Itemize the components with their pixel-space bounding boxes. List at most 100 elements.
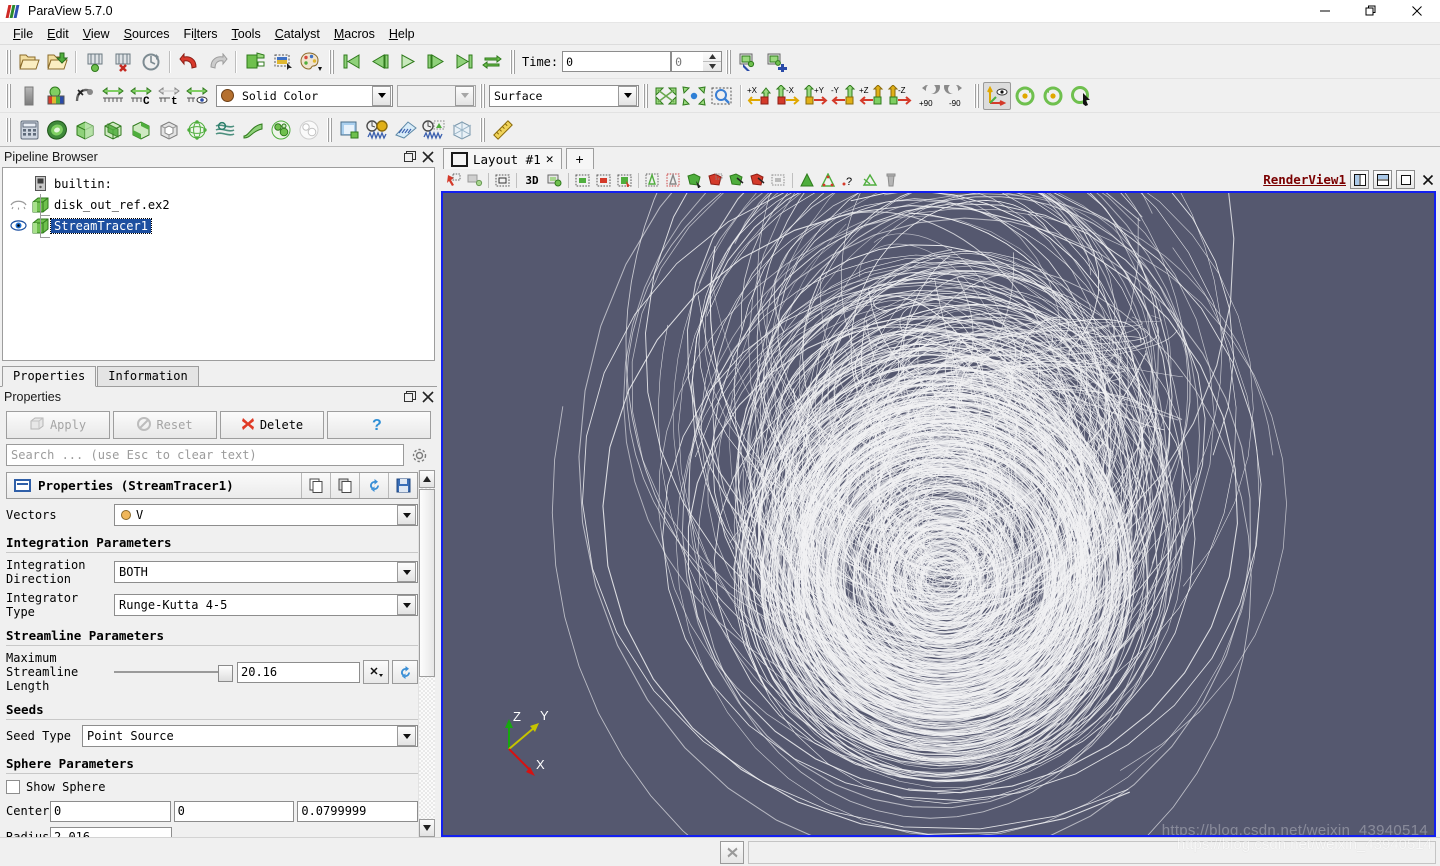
toggle-3d-2d-button[interactable]: 3D — [520, 170, 544, 191]
reset-range-icon[interactable] — [363, 660, 389, 684]
minimize-button[interactable] — [1302, 0, 1348, 22]
toolbar-grip[interactable] — [725, 49, 733, 74]
scroll-up-button[interactable] — [419, 470, 435, 488]
select-points-with-polygon-icon[interactable] — [705, 170, 726, 191]
measure-ruler-icon[interactable] — [489, 116, 517, 144]
glyph-icon[interactable] — [183, 116, 211, 144]
menu-catalyst[interactable]: Catalyst — [268, 25, 327, 43]
zoom-to-box-icon[interactable] — [708, 82, 736, 110]
render-view-frame[interactable]: Z Y X https://blog.csdn.net/weixin_43940… — [441, 191, 1436, 837]
next-frame-icon[interactable] — [422, 48, 450, 76]
integrator-type-combo[interactable]: Runge-Kutta 4-5 — [114, 594, 418, 616]
copy-icon[interactable] — [301, 473, 330, 498]
rotate-plus-90-icon[interactable]: +90 — [914, 82, 942, 110]
scrollbar-track[interactable] — [419, 677, 435, 819]
pipeline-node-streamtracer1[interactable]: StreamTracer1 — [3, 215, 434, 236]
select-cells-with-polygon-icon[interactable] — [684, 170, 705, 191]
previous-frame-icon[interactable] — [366, 48, 394, 76]
scrollbar-thumb[interactable] — [419, 489, 435, 677]
open-recent-icon[interactable] — [43, 48, 71, 76]
hover-cells-icon[interactable] — [747, 170, 768, 191]
chevron-down-icon[interactable] — [397, 595, 416, 615]
interactive-select-cells-icon[interactable] — [443, 170, 464, 191]
toolbar-grip[interactable] — [326, 117, 333, 142]
restore-defaults-icon[interactable] — [359, 473, 388, 498]
slider-handle[interactable] — [218, 665, 233, 682]
color-legend-icon[interactable] — [15, 82, 43, 110]
set-view-plus-y-icon[interactable]: +Y — [802, 82, 830, 110]
chevron-down-icon[interactable] — [397, 726, 416, 746]
first-frame-icon[interactable] — [338, 48, 366, 76]
paste-icon[interactable] — [330, 473, 359, 498]
set-view-plus-x-icon[interactable]: +X — [746, 82, 774, 110]
select-cells-through-icon[interactable] — [492, 170, 513, 191]
chevron-down-icon[interactable] — [397, 505, 416, 525]
center-z-input[interactable]: 0.0799999 — [297, 800, 419, 822]
plot-data-icon[interactable] — [392, 116, 420, 144]
menu-help[interactable]: Help — [382, 25, 422, 43]
close-icon[interactable] — [419, 149, 437, 165]
show-orientation-axes-icon[interactable] — [983, 81, 1011, 110]
add-layout-tab-button[interactable]: + — [565, 148, 594, 169]
close-icon[interactable]: ✕ — [546, 152, 554, 167]
chevron-down-icon[interactable] — [618, 85, 637, 106]
menu-view[interactable]: View — [76, 25, 117, 43]
render-view-name[interactable]: RenderView1 — [1263, 172, 1346, 187]
rescale-custom-range-icon[interactable]: C — [127, 82, 155, 110]
extract-block-icon[interactable] — [448, 116, 476, 144]
extract-level-icon[interactable] — [295, 116, 323, 144]
undock-icon[interactable] — [401, 389, 419, 405]
plot-data-over-time-icon[interactable] — [420, 116, 448, 144]
toolbar-grip[interactable] — [479, 83, 486, 108]
representation-combo[interactable]: Surface — [489, 84, 639, 107]
reset-button[interactable]: Reset — [113, 411, 217, 439]
play-icon[interactable] — [394, 48, 422, 76]
chevron-down-icon[interactable] — [397, 562, 416, 582]
apply-button[interactable]: Apply — [6, 411, 110, 439]
tab-information[interactable]: Information — [97, 366, 199, 386]
toolbar-grip[interactable] — [479, 117, 486, 142]
menu-tools[interactable]: Tools — [225, 25, 268, 43]
max-streamline-length-input[interactable]: 20.16 — [237, 661, 360, 683]
scroll-down-button[interactable] — [419, 819, 435, 837]
undo-icon[interactable] — [175, 48, 203, 76]
vectors-combo[interactable]: V — [114, 504, 418, 526]
set-view-minus-x-icon[interactable]: -X — [774, 82, 802, 110]
menu-edit[interactable]: Edit — [40, 25, 76, 43]
rescale-data-range-icon[interactable] — [99, 82, 127, 110]
adjust-camera-icon[interactable] — [735, 48, 763, 76]
calculator-icon[interactable] — [15, 116, 43, 144]
show-sphere-checkbox[interactable] — [6, 780, 20, 794]
set-view-minus-y-icon[interactable]: -Y — [830, 82, 858, 110]
pipeline-node-builtin[interactable]: builtin: — [3, 173, 434, 194]
show-center-axes-icon[interactable] — [1011, 82, 1039, 110]
select-points-on-icon[interactable] — [593, 170, 614, 191]
center-y-input[interactable]: 0 — [173, 800, 295, 822]
split-horizontal-icon[interactable] — [1350, 170, 1369, 189]
color-component-combo[interactable] — [397, 84, 476, 107]
visibility-toggle-icon[interactable] — [7, 220, 29, 231]
reset-center-icon[interactable] — [1039, 82, 1067, 110]
render-view-canvas[interactable]: Z Y X https://blog.csdn.net/weixin_43940… — [443, 193, 1434, 835]
help-button[interactable]: ? — [327, 411, 431, 439]
plot-selection-icon[interactable] — [364, 116, 392, 144]
time-input[interactable]: 0 — [562, 51, 672, 72]
color-palette-icon[interactable] — [297, 48, 325, 76]
properties-group-header[interactable]: Properties (StreamTracer1) — [6, 472, 418, 499]
rotate-minus-90-icon[interactable]: -90 — [942, 82, 970, 110]
query-icon[interactable]: ? — [838, 170, 859, 191]
split-vertical-icon[interactable] — [1373, 170, 1392, 189]
toolbar-grip[interactable] — [5, 83, 12, 108]
save-defaults-icon[interactable] — [388, 473, 417, 498]
toolbar-grip[interactable] — [509, 49, 516, 74]
toolbar-grip[interactable] — [642, 83, 649, 108]
close-icon[interactable] — [419, 389, 437, 405]
rescale-custom-icon[interactable] — [71, 82, 99, 110]
edit-color-map-icon[interactable] — [43, 82, 71, 110]
rescale-visible-icon[interactable] — [183, 82, 211, 110]
zoom-to-data-icon[interactable] — [680, 82, 708, 110]
pipeline-browser[interactable]: builtin: disk_out_ref.ex2 StreamTracer1 — [2, 167, 435, 361]
connect-server-icon[interactable] — [241, 48, 269, 76]
screenshot-icon[interactable] — [269, 48, 297, 76]
layout-tab-1[interactable]: Layout #1 ✕ — [443, 148, 562, 169]
